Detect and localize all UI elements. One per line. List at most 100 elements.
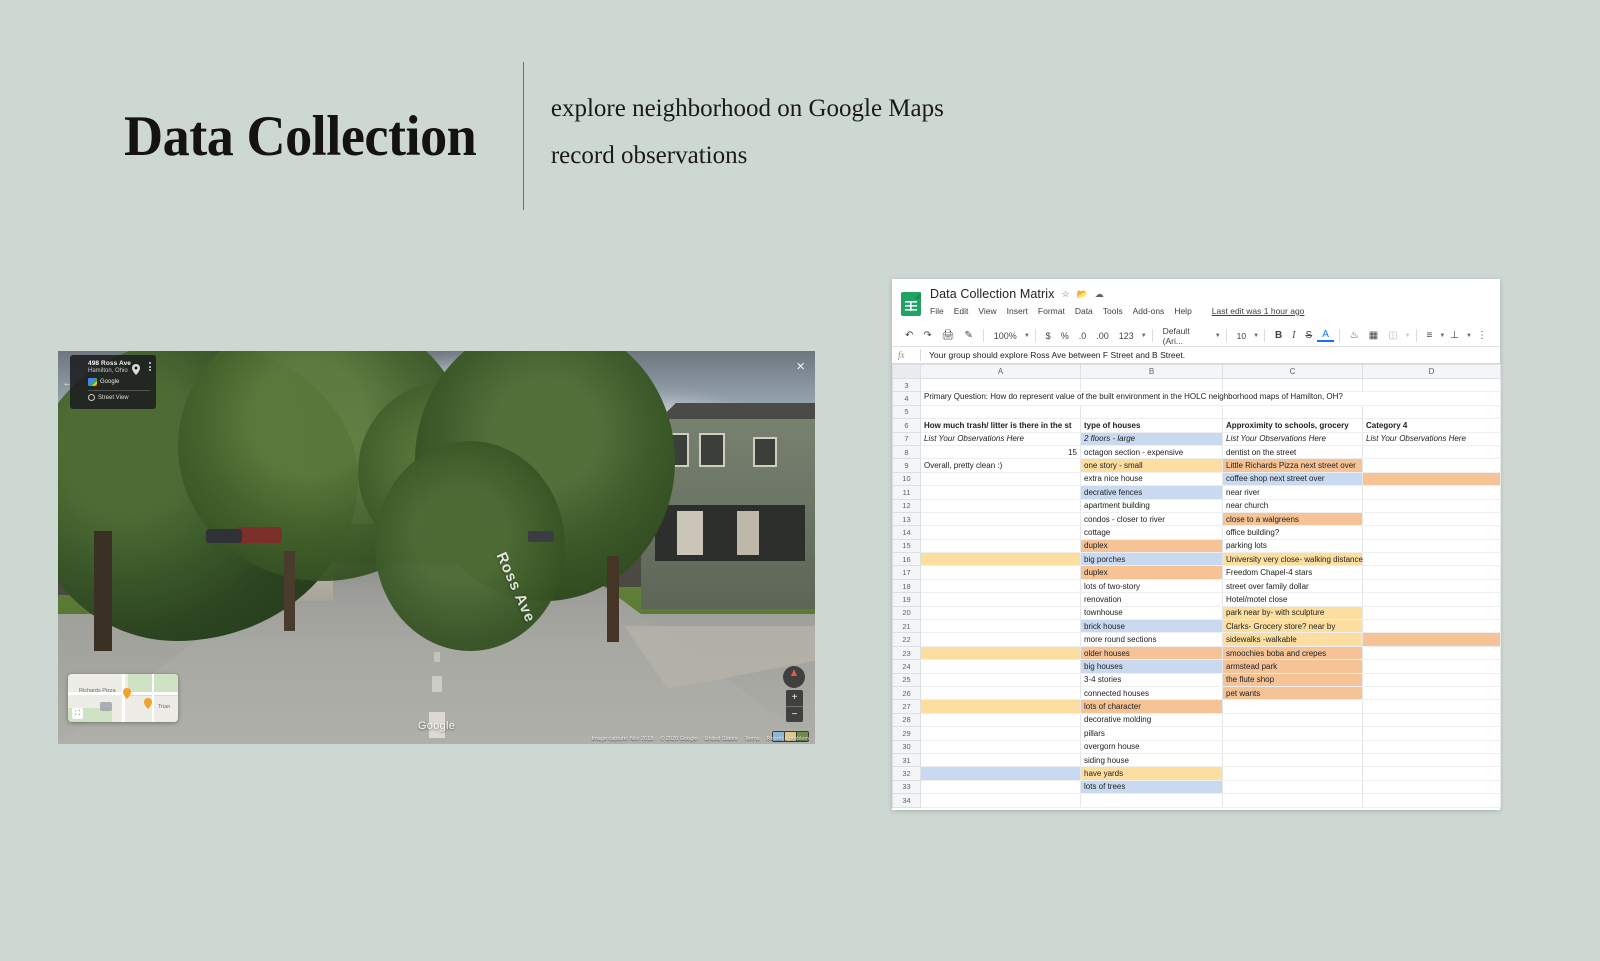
cell-b[interactable]: extra nice house bbox=[1080, 472, 1223, 487]
cell-a[interactable] bbox=[920, 713, 1081, 728]
cell-c[interactable]: List Your Observations Here bbox=[1222, 432, 1363, 446]
row-header[interactable]: 25 bbox=[892, 672, 921, 687]
cell-b[interactable]: one story - small bbox=[1080, 458, 1223, 473]
cell-b[interactable] bbox=[1080, 378, 1223, 393]
cell-d[interactable] bbox=[1362, 646, 1501, 661]
cell-a[interactable] bbox=[920, 766, 1081, 781]
cell-d[interactable] bbox=[1362, 579, 1501, 594]
menu-item-format[interactable]: Format bbox=[1038, 306, 1065, 316]
cell-d[interactable]: Category 4 bbox=[1362, 418, 1501, 433]
table-row[interactable]: 32 have yards bbox=[892, 766, 1501, 781]
cell-c[interactable]: coffee shop next street over bbox=[1222, 472, 1363, 487]
row-header[interactable]: 26 bbox=[892, 685, 921, 701]
row-header[interactable]: 9 bbox=[892, 458, 921, 473]
cell-d[interactable] bbox=[1362, 378, 1501, 393]
table-row[interactable]: 13 condos - closer to river close to a wal… bbox=[892, 511, 1501, 527]
font-size-select[interactable]: 10 bbox=[1232, 330, 1251, 342]
cell-b[interactable]: condos - closer to river bbox=[1080, 512, 1223, 527]
close-icon[interactable]: × bbox=[796, 359, 805, 374]
row-header[interactable]: 32 bbox=[892, 766, 921, 781]
cell-c[interactable] bbox=[1222, 405, 1363, 420]
cell-d[interactable] bbox=[1362, 539, 1501, 554]
table-row[interactable]: 27 lots of character bbox=[892, 699, 1501, 714]
table-row[interactable]: 34 bbox=[892, 793, 1501, 808]
row-header[interactable]: 15 bbox=[892, 538, 921, 554]
attribution-report[interactable]: Report a problem bbox=[767, 736, 810, 742]
table-row[interactable]: 5 bbox=[892, 404, 1501, 420]
table-row[interactable]: 18 lots of two-story street over family do… bbox=[892, 578, 1501, 594]
cell-a[interactable] bbox=[920, 673, 1081, 687]
cell-b[interactable]: big porches bbox=[1080, 552, 1223, 567]
cell-c[interactable] bbox=[1222, 793, 1363, 808]
row-header[interactable]: 14 bbox=[892, 525, 921, 540]
row-header[interactable]: 12 bbox=[892, 498, 921, 513]
row-header[interactable]: 6 bbox=[892, 418, 921, 433]
cell-b[interactable] bbox=[1080, 793, 1223, 808]
compass-control[interactable] bbox=[783, 666, 805, 688]
row-header[interactable]: 30 bbox=[892, 739, 921, 754]
cell-a[interactable] bbox=[920, 659, 1081, 674]
row-header[interactable]: 13 bbox=[892, 511, 921, 527]
table-row[interactable]: 15 duplex parking lots bbox=[892, 538, 1501, 554]
zoom-level[interactable]: 100% bbox=[989, 331, 1022, 341]
table-row[interactable]: 17 duplex Freedom Chapel-4 stars bbox=[892, 565, 1501, 580]
text-color-button[interactable]: A bbox=[1317, 329, 1334, 342]
cell-c[interactable]: dentist on the street bbox=[1222, 445, 1363, 460]
cell-b[interactable]: siding house bbox=[1080, 753, 1223, 768]
cell-d[interactable] bbox=[1362, 552, 1501, 567]
table-row[interactable]: 11 decrative fences near river bbox=[892, 485, 1501, 500]
table-row[interactable]: 9 Overall, pretty clean :) one story - sma… bbox=[892, 458, 1501, 473]
cell-d[interactable] bbox=[1362, 673, 1501, 687]
cell-a[interactable]: 15 bbox=[920, 445, 1081, 460]
column-header-a[interactable]: A bbox=[920, 364, 1081, 379]
row-header[interactable]: 22 bbox=[892, 632, 921, 647]
document-title[interactable]: Data Collection Matrix bbox=[930, 287, 1054, 301]
table-row[interactable]: 31 siding house bbox=[892, 752, 1501, 768]
chevron-down-icon[interactable]: ▼ bbox=[1141, 333, 1147, 339]
table-row[interactable]: 4 Primary Question: How do represent valu… bbox=[892, 391, 1501, 406]
cell-b[interactable]: duplex bbox=[1080, 539, 1223, 554]
minimap[interactable]: Richards Pizza Trian ⛶ bbox=[68, 674, 178, 722]
cell-a[interactable] bbox=[920, 378, 1081, 393]
cell-c[interactable]: close to a walgreens bbox=[1222, 512, 1363, 527]
expand-icon[interactable]: ⛶ bbox=[72, 708, 83, 719]
menu-item-edit[interactable]: Edit bbox=[954, 306, 969, 316]
cell-b[interactable]: lots of trees bbox=[1080, 780, 1223, 795]
cell-d[interactable] bbox=[1362, 445, 1501, 460]
cell-d[interactable] bbox=[1362, 525, 1501, 540]
cell-d[interactable] bbox=[1362, 472, 1501, 487]
more-options-icon[interactable]: ⋮ bbox=[1472, 330, 1492, 341]
zoom-controls[interactable]: + − bbox=[786, 690, 803, 722]
row-header[interactable]: 10 bbox=[892, 471, 921, 487]
cell-b[interactable]: cottage bbox=[1080, 525, 1223, 540]
cell-c[interactable]: park near by- with sculpture bbox=[1222, 606, 1363, 621]
bold-button[interactable]: B bbox=[1270, 330, 1287, 341]
formula-input[interactable]: Your group should explore Ross Ave betwe… bbox=[929, 350, 1185, 360]
italic-button[interactable]: I bbox=[1287, 330, 1300, 341]
table-row[interactable]: 3 bbox=[892, 377, 1501, 393]
row-header[interactable]: 11 bbox=[892, 485, 921, 500]
table-row[interactable]: 22 more round sections sidewalks -walkable bbox=[892, 632, 1501, 647]
cloud-status-icon[interactable]: ☁ bbox=[1095, 289, 1104, 300]
cell-c[interactable]: Clarks- Grocery store? near by bbox=[1222, 619, 1363, 634]
increase-decimal-icon[interactable]: .00 bbox=[1091, 331, 1114, 341]
table-row[interactable]: 12 apartment building near church bbox=[892, 498, 1501, 513]
cell-c[interactable]: University very close- walking distance bbox=[1222, 552, 1363, 567]
cell-d[interactable] bbox=[1362, 766, 1501, 781]
cell-d[interactable] bbox=[1362, 592, 1501, 607]
cell-b[interactable]: townhouse bbox=[1080, 606, 1223, 621]
cell-c[interactable] bbox=[1222, 378, 1363, 393]
sheets-toolbar[interactable]: ↶ ↷ 🖨 ✎ 100% ▼ $ % .0 .00 123 ▼ Default … bbox=[892, 325, 1500, 346]
cell-c[interactable]: pet wants bbox=[1222, 686, 1363, 701]
table-row[interactable]: 10 extra nice house coffee shop next stree… bbox=[892, 471, 1501, 487]
cell-d[interactable] bbox=[1362, 458, 1501, 473]
row-header[interactable]: 29 bbox=[892, 726, 921, 741]
cell-a[interactable] bbox=[920, 539, 1081, 554]
column-header-d[interactable]: D bbox=[1362, 364, 1501, 379]
row-header[interactable]: 18 bbox=[892, 578, 921, 594]
cell-c[interactable]: smoochies boba and crepes bbox=[1222, 646, 1363, 661]
zoom-in-button[interactable]: + bbox=[786, 690, 803, 707]
cell-c[interactable]: near church bbox=[1222, 499, 1363, 513]
font-family-select[interactable]: Default (Ari... bbox=[1158, 325, 1213, 347]
row-header[interactable]: 24 bbox=[892, 659, 921, 674]
